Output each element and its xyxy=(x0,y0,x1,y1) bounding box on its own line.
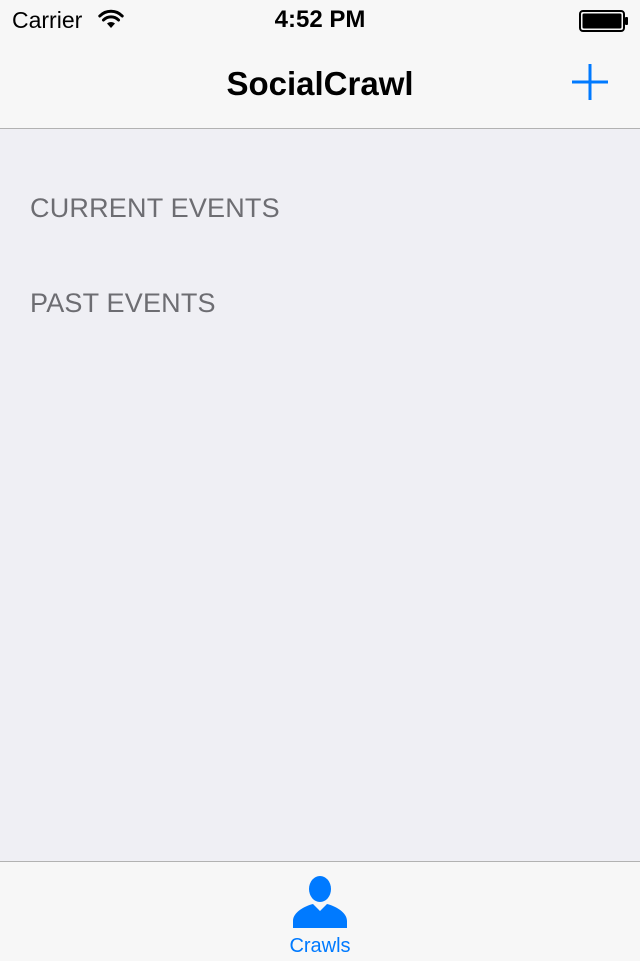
tab-crawls[interactable]: Crawls xyxy=(260,862,380,961)
plus-icon xyxy=(572,64,608,100)
navigation-bar: SocialCrawl xyxy=(0,40,640,129)
person-icon xyxy=(293,876,347,928)
nav-title: SocialCrawl xyxy=(226,65,414,102)
battery-icon xyxy=(579,10,628,32)
section-header-past-events: PAST EVENTS xyxy=(30,288,216,318)
tab-label-crawls: Crawls xyxy=(289,935,351,957)
tab-bar: Crawls xyxy=(0,861,640,961)
status-bar: Carrier 4:52 PM xyxy=(0,0,640,40)
add-event-button[interactable] xyxy=(566,58,614,106)
status-time: 4:52 PM xyxy=(274,6,366,33)
section-header-current-events: CURRENT EVENTS xyxy=(30,193,280,223)
